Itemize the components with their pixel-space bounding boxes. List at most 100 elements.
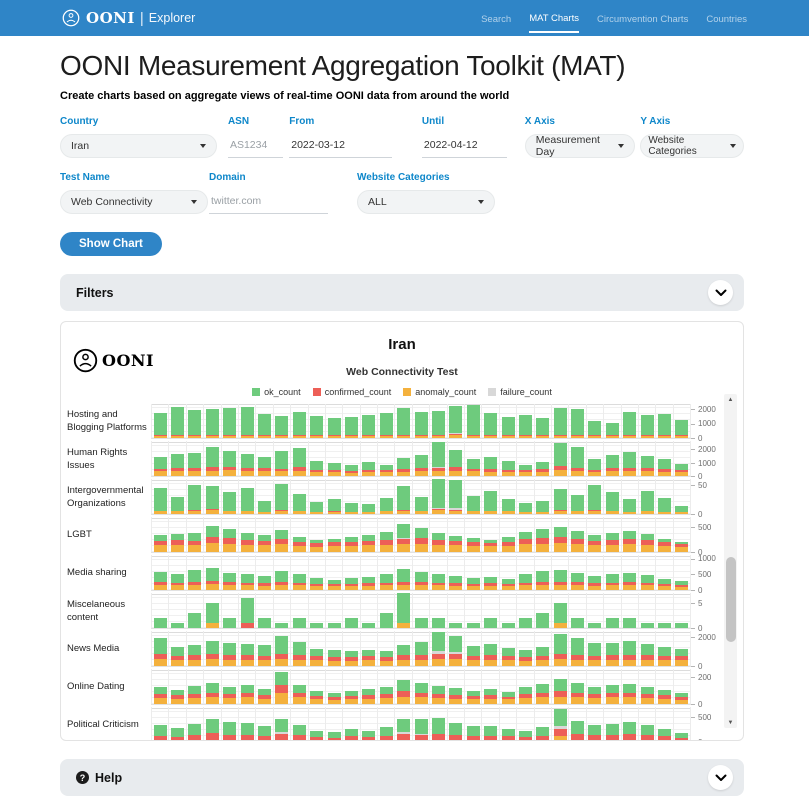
stacked-bar[interactable] bbox=[449, 636, 462, 666]
stacked-bar[interactable] bbox=[275, 719, 288, 741]
stacked-bar[interactable] bbox=[519, 465, 532, 476]
help-expand-button[interactable] bbox=[708, 765, 733, 790]
stacked-bar[interactable] bbox=[536, 647, 549, 666]
stacked-bar[interactable] bbox=[275, 451, 288, 476]
stacked-bar[interactable] bbox=[641, 687, 654, 704]
stacked-bar[interactable] bbox=[484, 689, 497, 704]
stacked-bar[interactable] bbox=[432, 632, 445, 666]
stacked-bar[interactable] bbox=[588, 459, 601, 476]
stacked-bar[interactable] bbox=[623, 722, 636, 741]
stacked-bar[interactable] bbox=[275, 484, 288, 514]
stacked-bar[interactable] bbox=[154, 413, 167, 438]
stacked-bar[interactable] bbox=[223, 573, 236, 590]
stacked-bar[interactable] bbox=[571, 409, 584, 438]
stacked-bar[interactable] bbox=[467, 691, 480, 704]
stacked-bar[interactable] bbox=[675, 581, 688, 590]
stacked-bar[interactable] bbox=[554, 709, 567, 741]
stacked-bar[interactable] bbox=[171, 497, 184, 514]
stacked-bar[interactable] bbox=[484, 540, 497, 553]
stacked-bar[interactable] bbox=[658, 690, 671, 704]
stacked-bar[interactable] bbox=[449, 450, 462, 476]
stacked-bar[interactable] bbox=[258, 576, 271, 590]
until-date-input[interactable] bbox=[422, 134, 507, 158]
stacked-bar[interactable] bbox=[206, 447, 219, 476]
stacked-bar[interactable] bbox=[467, 578, 480, 590]
stacked-bar[interactable] bbox=[502, 692, 515, 704]
stacked-bar[interactable] bbox=[554, 634, 567, 666]
stacked-bar[interactable] bbox=[606, 533, 619, 553]
stacked-bar[interactable] bbox=[345, 465, 358, 476]
stacked-bar[interactable] bbox=[188, 533, 201, 552]
stacked-bar[interactable] bbox=[206, 409, 219, 438]
stacked-bar[interactable] bbox=[502, 729, 515, 741]
stacked-bar[interactable] bbox=[345, 537, 358, 552]
stacked-bar[interactable] bbox=[293, 537, 306, 552]
stacked-bar[interactable] bbox=[206, 683, 219, 704]
stacked-bar[interactable] bbox=[258, 645, 271, 666]
stacked-bar[interactable] bbox=[519, 731, 532, 741]
stacked-bar[interactable] bbox=[362, 577, 375, 590]
stacked-bar[interactable] bbox=[432, 442, 445, 476]
stacked-bar[interactable] bbox=[328, 499, 341, 514]
stacked-bar[interactable] bbox=[310, 502, 323, 514]
stacked-bar[interactable] bbox=[397, 458, 410, 476]
stacked-bar[interactable] bbox=[345, 691, 358, 704]
stacked-bar[interactable] bbox=[223, 722, 236, 741]
stacked-bar[interactable] bbox=[275, 636, 288, 666]
stacked-bar[interactable] bbox=[154, 618, 167, 628]
stacked-bar[interactable] bbox=[415, 642, 428, 666]
stacked-bar[interactable] bbox=[536, 418, 549, 438]
stacked-bar[interactable] bbox=[328, 623, 341, 628]
legend-item[interactable]: confirmed_count bbox=[313, 387, 392, 397]
stacked-bar[interactable] bbox=[275, 530, 288, 552]
country-select[interactable]: Iran bbox=[60, 134, 217, 158]
stacked-bar[interactable] bbox=[449, 406, 462, 438]
stacked-bar[interactable] bbox=[484, 413, 497, 438]
stacked-bar[interactable] bbox=[293, 642, 306, 666]
stacked-bar[interactable] bbox=[223, 618, 236, 628]
stacked-bar[interactable] bbox=[554, 443, 567, 476]
stacked-bar[interactable] bbox=[449, 688, 462, 704]
stacked-bar[interactable] bbox=[675, 420, 688, 438]
stacked-bar[interactable] bbox=[310, 731, 323, 741]
stacked-bar[interactable] bbox=[328, 539, 341, 553]
stacked-bar[interactable] bbox=[519, 687, 532, 704]
legend-item[interactable]: ok_count bbox=[252, 387, 301, 397]
stacked-bar[interactable] bbox=[606, 492, 619, 514]
stacked-bar[interactable] bbox=[223, 451, 236, 476]
stacked-bar[interactable] bbox=[432, 686, 445, 704]
stacked-bar[interactable] bbox=[310, 540, 323, 552]
stacked-bar[interactable] bbox=[623, 641, 636, 666]
stacked-bar[interactable] bbox=[188, 613, 201, 628]
stacked-bar[interactable] bbox=[536, 571, 549, 590]
test-name-select[interactable]: Web Connectivity bbox=[60, 190, 208, 214]
stacked-bar[interactable] bbox=[223, 408, 236, 438]
stacked-bar[interactable] bbox=[380, 727, 393, 742]
legend-item[interactable]: failure_count bbox=[488, 387, 552, 397]
stacked-bar[interactable] bbox=[154, 687, 167, 704]
stacked-bar[interactable] bbox=[658, 729, 671, 741]
stacked-bar[interactable] bbox=[328, 463, 341, 476]
scrollbar-thumb[interactable] bbox=[726, 557, 736, 642]
stacked-bar[interactable] bbox=[484, 491, 497, 514]
stacked-bar[interactable] bbox=[293, 574, 306, 590]
stacked-bar[interactable] bbox=[241, 488, 254, 514]
stacked-bar[interactable] bbox=[449, 480, 462, 514]
stacked-bar[interactable] bbox=[188, 645, 201, 666]
stacked-bar[interactable] bbox=[397, 719, 410, 741]
stacked-bar[interactable] bbox=[571, 495, 584, 514]
stacked-bar[interactable] bbox=[536, 501, 549, 514]
stacked-bar[interactable] bbox=[345, 618, 358, 628]
stacked-bar[interactable] bbox=[554, 603, 567, 628]
stacked-bar[interactable] bbox=[362, 731, 375, 742]
stacked-bar[interactable] bbox=[362, 650, 375, 666]
stacked-bar[interactable] bbox=[345, 417, 358, 438]
stacked-bar[interactable] bbox=[484, 457, 497, 476]
stacked-bar[interactable] bbox=[554, 527, 567, 553]
stacked-bar[interactable] bbox=[293, 618, 306, 628]
legend-item[interactable]: anomaly_count bbox=[403, 387, 476, 397]
stacked-bar[interactable] bbox=[154, 725, 167, 742]
stacked-bar[interactable] bbox=[675, 733, 688, 742]
stacked-bar[interactable] bbox=[362, 535, 375, 552]
stacked-bar[interactable] bbox=[467, 496, 480, 514]
